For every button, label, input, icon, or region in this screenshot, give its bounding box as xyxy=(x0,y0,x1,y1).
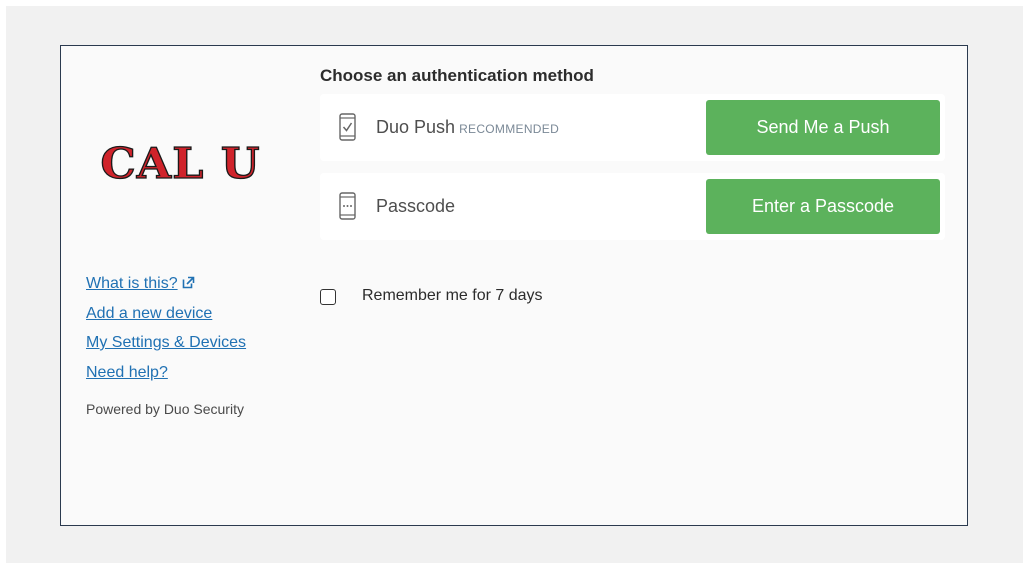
phone-passcode-icon xyxy=(339,192,356,220)
remember-me-option[interactable]: Remember me for 7 days xyxy=(320,287,543,305)
duo-auth-frame: CAL U What is this? Add a new device My … xyxy=(60,45,968,526)
need-help-link[interactable]: Need help? xyxy=(86,358,316,388)
page-title: Choose an authentication method xyxy=(320,66,594,85)
duo-push-label: Duo Push RECOMMENDED xyxy=(376,94,559,163)
remember-me-checkbox[interactable] xyxy=(320,289,336,305)
phone-check-icon xyxy=(339,113,356,141)
duo-push-row: Duo Push RECOMMENDED Send Me a Push xyxy=(320,94,945,161)
what-is-this-link[interactable]: What is this? xyxy=(86,269,316,299)
duo-push-text: Duo Push xyxy=(376,117,456,137)
sidebar-links: What is this? Add a new device My Settin… xyxy=(86,269,316,417)
what-is-this-label: What is this? xyxy=(86,275,178,292)
recommended-badge: RECOMMENDED xyxy=(459,122,560,136)
add-new-device-link[interactable]: Add a new device xyxy=(86,299,316,329)
svg-text:CAL U: CAL U xyxy=(101,141,261,185)
external-link-icon xyxy=(182,276,194,289)
passcode-row: Passcode Enter a Passcode xyxy=(320,173,945,240)
auth-methods-panel: Choose an authentication method Duo Push… xyxy=(320,64,945,305)
remember-me-label: Remember me for 7 days xyxy=(362,287,543,304)
enter-passcode-button[interactable]: Enter a Passcode xyxy=(706,179,940,234)
powered-by-text: Powered by Duo Security xyxy=(86,401,244,417)
passcode-label: Passcode xyxy=(376,196,456,216)
my-settings-devices-link[interactable]: My Settings & Devices xyxy=(86,328,316,358)
send-push-button[interactable]: Send Me a Push xyxy=(706,100,940,155)
cal-u-logo: CAL U xyxy=(100,141,261,185)
